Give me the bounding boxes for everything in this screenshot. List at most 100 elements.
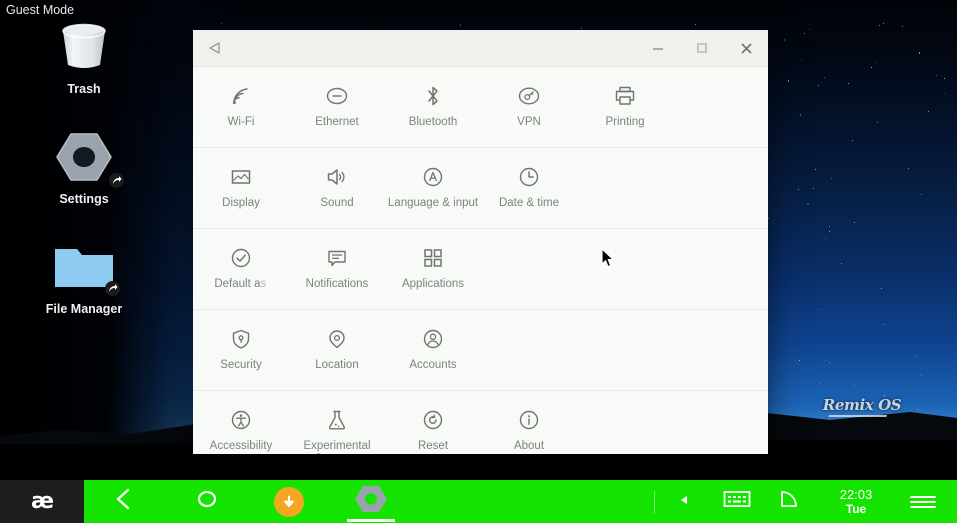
star (876, 121, 878, 123)
star (800, 59, 802, 61)
star (879, 25, 881, 27)
star (852, 139, 854, 141)
window-titlebar (193, 30, 768, 67)
download-arrow-icon (274, 486, 304, 517)
clock-time: 22:03 (839, 486, 873, 502)
settings-item-label: Language & input (387, 197, 479, 209)
trash-bin-icon (14, 16, 154, 78)
star (880, 287, 882, 289)
settings-item-label: Security (220, 359, 262, 371)
settings-item-label: Printing (605, 116, 645, 128)
minimize-icon[interactable] (636, 30, 680, 66)
desktop-icon-label: File Manager (45, 302, 123, 316)
taskbar-downloads-button[interactable] (248, 480, 330, 523)
wifi-icon (193, 81, 289, 111)
settings-item-wifi[interactable]: Wi-Fi (193, 81, 289, 135)
remix-os-watermark: Remix OS (822, 396, 902, 414)
settings-item-label: Default as (212, 278, 269, 291)
tray-collapse-button[interactable] (659, 480, 711, 523)
settings-item-printing[interactable]: Printing (577, 81, 673, 135)
vpn-key-icon (481, 81, 577, 111)
desktop-icon-file-manager[interactable]: File Manager (14, 236, 154, 316)
settings-item-reset[interactable]: Reset (385, 405, 481, 454)
back-triangle-icon[interactable] (193, 30, 237, 66)
star (943, 92, 945, 94)
settings-row-connectivity: Wi-Fi Ethernet Bluetooth VPN Printing (193, 67, 768, 148)
back-chevron-icon (112, 486, 138, 517)
settings-item-experimental-features[interactable]: Experimental features (289, 405, 385, 454)
star (787, 80, 790, 82)
settings-item-label: Notifications (305, 278, 369, 290)
star (459, 24, 462, 26)
settings-item-sound[interactable]: Sound (289, 162, 385, 216)
star (927, 110, 930, 113)
quarter-circle-icon (777, 487, 801, 516)
settings-item-applications[interactable]: Applications (385, 243, 481, 297)
star (828, 226, 830, 228)
maximize-icon[interactable] (680, 30, 724, 66)
system-tray: 22:03 Tue (654, 480, 957, 523)
check-circle-icon (193, 243, 289, 273)
label-part-b: s (260, 278, 268, 290)
taskbar-back-button[interactable] (84, 480, 166, 523)
clock-icon (481, 162, 577, 192)
star (918, 52, 921, 54)
settings-item-date-time[interactable]: Date & time (481, 162, 577, 216)
shortcut-badge-icon (105, 281, 120, 296)
star (944, 77, 945, 79)
reset-circle-arrow-icon (385, 405, 481, 435)
star (768, 217, 770, 219)
shield-lock-icon (193, 324, 289, 354)
settings-item-label: Display (222, 197, 260, 209)
active-app-indicator (347, 519, 395, 522)
hamburger-menu-icon[interactable] (897, 480, 949, 523)
taskbar-home-button[interactable] (166, 480, 248, 523)
settings-item-label: Location (315, 359, 359, 371)
settings-item-notifications[interactable]: Notifications (289, 243, 385, 297)
printer-icon (577, 81, 673, 111)
start-button[interactable]: æ (0, 480, 84, 523)
settings-row-privacy: Security Location Accounts (193, 310, 768, 391)
settings-item-default-apps[interactable]: Default as (193, 243, 289, 297)
account-person-icon (385, 324, 481, 354)
desktop-icon-label: Trash (67, 82, 101, 96)
close-icon[interactable] (724, 30, 768, 66)
tray-keyboard-button[interactable] (711, 480, 763, 523)
star (824, 359, 827, 362)
settings-item-security[interactable]: Security (193, 324, 289, 378)
accessibility-person-icon (193, 405, 289, 435)
settings-item-accessibility[interactable]: Accessibility (193, 405, 289, 454)
bluetooth-icon (385, 81, 481, 111)
settings-item-ethernet[interactable]: Ethernet (289, 81, 385, 135)
menu-bar (910, 505, 936, 508)
desktop-icon-settings[interactable]: Settings (14, 126, 154, 206)
settings-item-label: VPN (517, 116, 541, 128)
settings-item-language-input[interactable]: Language & input (385, 162, 481, 216)
settings-item-about[interactable]: About (481, 405, 577, 454)
taskbar-clock[interactable]: 22:03 Tue (815, 486, 897, 516)
star (874, 61, 876, 63)
star (841, 262, 842, 264)
tray-shape-button[interactable] (763, 480, 815, 523)
settings-item-accounts[interactable]: Accounts (385, 324, 481, 378)
settings-item-bluetooth[interactable]: Bluetooth (385, 81, 481, 135)
taskbar-settings-button[interactable] (330, 480, 412, 523)
settings-item-label: About (513, 440, 545, 452)
star (799, 114, 802, 116)
star (921, 193, 923, 195)
info-circle-icon (481, 405, 577, 435)
start-logo: æ (30, 488, 54, 514)
settings-item-display[interactable]: Display (193, 162, 289, 216)
desktop-screen: Remix OS Guest Mode Trash Settings File … (0, 0, 957, 523)
desktop-icon-trash[interactable]: Trash (14, 16, 154, 96)
star (804, 33, 806, 35)
star (884, 324, 885, 325)
settings-item-location[interactable]: Location (289, 324, 385, 378)
label-part-a: Default a (214, 278, 261, 290)
taskbar-spacer (412, 480, 654, 523)
settings-row-system: Accessibility Experimental features (193, 391, 768, 454)
star (847, 82, 849, 84)
star (882, 23, 884, 25)
settings-item-label: Ethernet (315, 116, 359, 128)
settings-item-vpn[interactable]: VPN (481, 81, 577, 135)
